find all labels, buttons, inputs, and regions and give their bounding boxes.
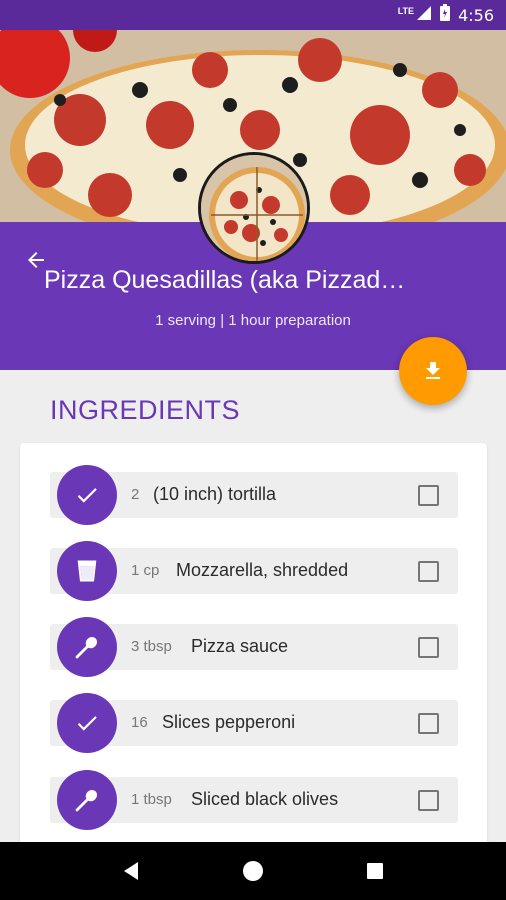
ingredient-checkbox[interactable] [418, 637, 439, 658]
check-icon [77, 716, 97, 731]
ingredient-row[interactable]: 2 (10 inch) tortilla [50, 465, 458, 525]
ingredient-icon-circle [57, 465, 117, 525]
spoon-icon [75, 789, 98, 812]
signal-icon [416, 5, 432, 26]
ingredients-card: 2 (10 inch) tortilla 1 cp Mozzarella, sh… [20, 443, 487, 863]
nav-recents-button[interactable] [355, 851, 395, 891]
ingredient-quantity: 2 [131, 486, 140, 503]
nav-back-button[interactable] [111, 851, 151, 891]
download-button[interactable] [399, 337, 467, 405]
ingredient-quantity: 1 cp [131, 562, 160, 579]
square-recents-icon [367, 863, 383, 879]
ingredient-checkbox[interactable] [418, 561, 439, 582]
ingredient-icon-circle [57, 770, 117, 830]
ingredient-icon-circle [57, 693, 117, 753]
system-navigation-bar [0, 842, 506, 900]
ingredient-checkbox[interactable] [418, 790, 439, 811]
ingredient-name: (10 inch) tortilla [153, 484, 277, 504]
spoon-icon [75, 636, 98, 659]
recipe-subtitle: 1 serving | 1 hour preparation [155, 312, 351, 329]
ingredients-heading: INGREDIENTS [50, 395, 241, 425]
circle-home-icon [243, 861, 263, 881]
ingredient-name: Slices pepperoni [162, 712, 296, 732]
network-label: LTE [397, 6, 415, 16]
nav-home-button[interactable] [233, 851, 273, 891]
download-icon [426, 362, 440, 379]
ingredient-name: Sliced black olives [191, 789, 339, 809]
check-icon [77, 488, 97, 503]
ingredient-row[interactable]: 1 tbsp Sliced black olives [50, 770, 458, 830]
ingredient-checkbox[interactable] [418, 485, 439, 506]
ingredient-checkbox[interactable] [418, 713, 439, 734]
ingredient-icon-circle [57, 541, 117, 601]
ingredient-icon-circle [57, 617, 117, 677]
ingredient-quantity: 16 [131, 714, 148, 731]
ingredient-quantity: 3 tbsp [131, 638, 172, 655]
ingredient-quantity: 1 tbsp [131, 791, 172, 808]
ingredient-name: Pizza sauce [191, 636, 289, 656]
recipe-thumbnail [198, 152, 310, 264]
ingredient-row[interactable]: 1 cp Mozzarella, shredded [50, 541, 458, 601]
clock: 4:56 [458, 5, 494, 25]
cup-icon [77, 560, 97, 582]
ingredient-row[interactable]: 3 tbsp Pizza sauce [50, 617, 458, 677]
battery-icon [440, 4, 451, 26]
ingredient-name: Mozzarella, shredded [176, 560, 349, 580]
recipe-title: Pizza Quesadillas (aka Pizzad… [44, 266, 406, 294]
status-bar: LTE 4:56 [0, 0, 506, 30]
triangle-back-icon [124, 862, 138, 880]
ingredient-row[interactable]: 16 Slices pepperoni [50, 693, 458, 753]
